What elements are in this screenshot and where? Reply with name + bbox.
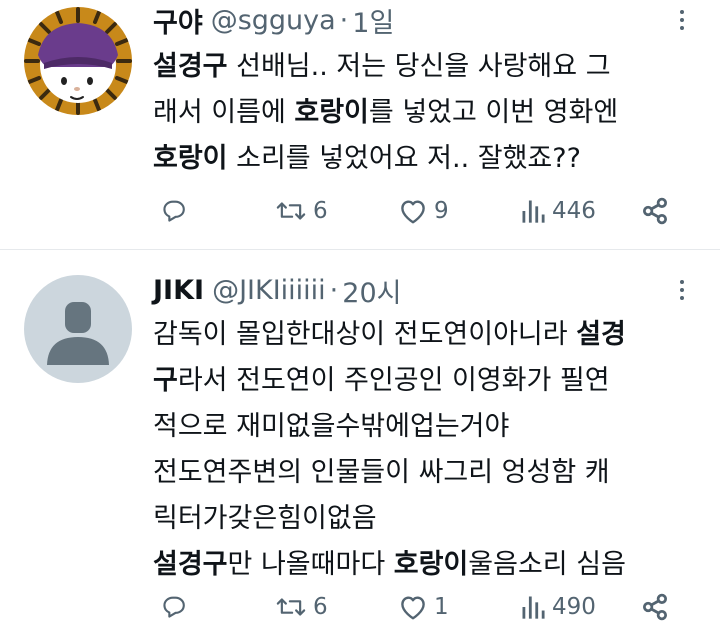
retweet-count: 6 [313, 594, 328, 620]
user-handle[interactable]: @sgguya [211, 5, 336, 36]
retweet-icon [276, 202, 306, 220]
avatar[interactable] [24, 7, 132, 115]
retweet-icon [276, 598, 306, 616]
reply-button[interactable] [160, 587, 194, 627]
tweet-text-line: 감독이 몰입한대상이 전도연이아니라 설경 [153, 312, 713, 358]
retweet-button[interactable]: 6 [275, 191, 328, 231]
views-button[interactable]: 446 [520, 191, 596, 231]
text-segment: 적으로 재미없을수밖에업는거야 [153, 411, 510, 442]
action-bar: 6 9 446 [0, 191, 720, 231]
tweet-text-line: 설경구만 나올때마다 호랑이울음소리 심음 [153, 542, 713, 588]
timestamp[interactable]: 1일 [352, 1, 394, 40]
separator-dot: · [329, 274, 339, 306]
like-button[interactable]: 1 [398, 587, 449, 627]
reply-icon [163, 596, 185, 618]
highlighted-text: 호랑이 [393, 549, 469, 580]
text-segment: 울음소리 심음 [468, 549, 626, 580]
text-segment: 소리를 넣었어요 저.. 잘했죠?? [227, 143, 581, 174]
highlighted-text: 호랑이 [294, 97, 369, 128]
display-name[interactable]: JIKI [153, 275, 204, 306]
text-segment: 를 넣었고 이번 영화엔 [368, 97, 619, 128]
action-bar: 6 1 490 [0, 587, 720, 627]
view-count: 446 [552, 198, 596, 224]
heart-icon [401, 596, 425, 620]
highlighted-text: 설경구 [153, 549, 228, 580]
views-button[interactable]: 490 [520, 587, 596, 627]
like-count: 9 [434, 198, 449, 224]
view-count: 490 [552, 594, 596, 620]
timestamp[interactable]: 20시 [342, 271, 401, 310]
display-name[interactable]: 구야 [153, 1, 203, 40]
like-count: 1 [434, 594, 449, 620]
share-button[interactable] [640, 587, 670, 627]
tweet[interactable]: JIKI @JIKIiiiiii · 20시 감독이 몰입한대상이 전도연이아니… [0, 250, 720, 644]
text-segment: 감독이 몰입한대상이 전도연이아니라 [153, 319, 577, 350]
more-icon[interactable] [670, 8, 694, 32]
text-segment: 래서 이름에 [153, 97, 295, 128]
text-segment: 릭터가갖은힘이없음 [153, 503, 377, 534]
more-icon[interactable] [670, 278, 694, 302]
highlighted-text: 호랑이 [153, 143, 228, 174]
like-button[interactable]: 9 [398, 191, 449, 231]
share-icon [643, 593, 667, 621]
highlighted-text: 설경구 [153, 51, 228, 82]
heart-icon [401, 200, 425, 224]
reply-icon [163, 200, 185, 222]
tweet-text: 감독이 몰입한대상이 전도연이아니라 설경 구라서 전도연이 주인공인 이영화가 … [153, 312, 713, 588]
tweet-text-line: 전도연주변의 인물들이 싸그리 엉성함 캐 [153, 450, 713, 496]
text-segment: 전도연주변의 인물들이 싸그리 엉성함 캐 [153, 457, 610, 488]
tweet-header: JIKI @JIKIiiiiii · 20시 [153, 271, 401, 310]
separator-dot: · [339, 4, 349, 36]
text-segment: 라서 전도연이 주인공인 이영화가 필연 [177, 365, 610, 396]
text-segment: 만 나올때마다 [227, 549, 394, 580]
text-segment: 선배님.. 저는 당신을 사랑해요 그 [227, 51, 611, 82]
views-icon [522, 596, 545, 619]
tweet-text-line: 구라서 전도연이 주인공인 이영화가 필연 [153, 358, 713, 404]
user-handle[interactable]: @JIKIiiiiii [212, 275, 326, 306]
reply-button[interactable] [160, 191, 194, 231]
retweet-count: 6 [313, 198, 328, 224]
default-avatar-icon [24, 275, 132, 383]
share-icon [643, 197, 667, 225]
tweet-header: 구야 @sgguya · 1일 [153, 1, 394, 40]
highlighted-text: 설경 [576, 319, 626, 350]
tweet[interactable]: 구야 @sgguya · 1일 설경구 선배님.. 저는 당신을 사랑해요 그래… [0, 0, 720, 250]
avatar-image [24, 7, 132, 115]
tweet-text-line: 설경구 선배님.. 저는 당신을 사랑해요 그 [153, 44, 713, 90]
avatar[interactable] [24, 275, 132, 383]
share-button[interactable] [640, 191, 670, 231]
tweet-text: 설경구 선배님.. 저는 당신을 사랑해요 그 래서 이름에 호랑이를 넣었고 이… [153, 44, 713, 182]
retweet-button[interactable]: 6 [275, 587, 328, 627]
views-icon [522, 200, 545, 223]
highlighted-text: 구 [153, 365, 178, 396]
tweet-text-line: 릭터가갖은힘이없음 [153, 496, 713, 542]
tweet-text-line: 호랑이 소리를 넣었어요 저.. 잘했죠?? [153, 136, 713, 182]
tweet-text-line: 래서 이름에 호랑이를 넣었고 이번 영화엔 [153, 90, 713, 136]
tweet-text-line: 적으로 재미없을수밖에업는거야 [153, 404, 713, 450]
